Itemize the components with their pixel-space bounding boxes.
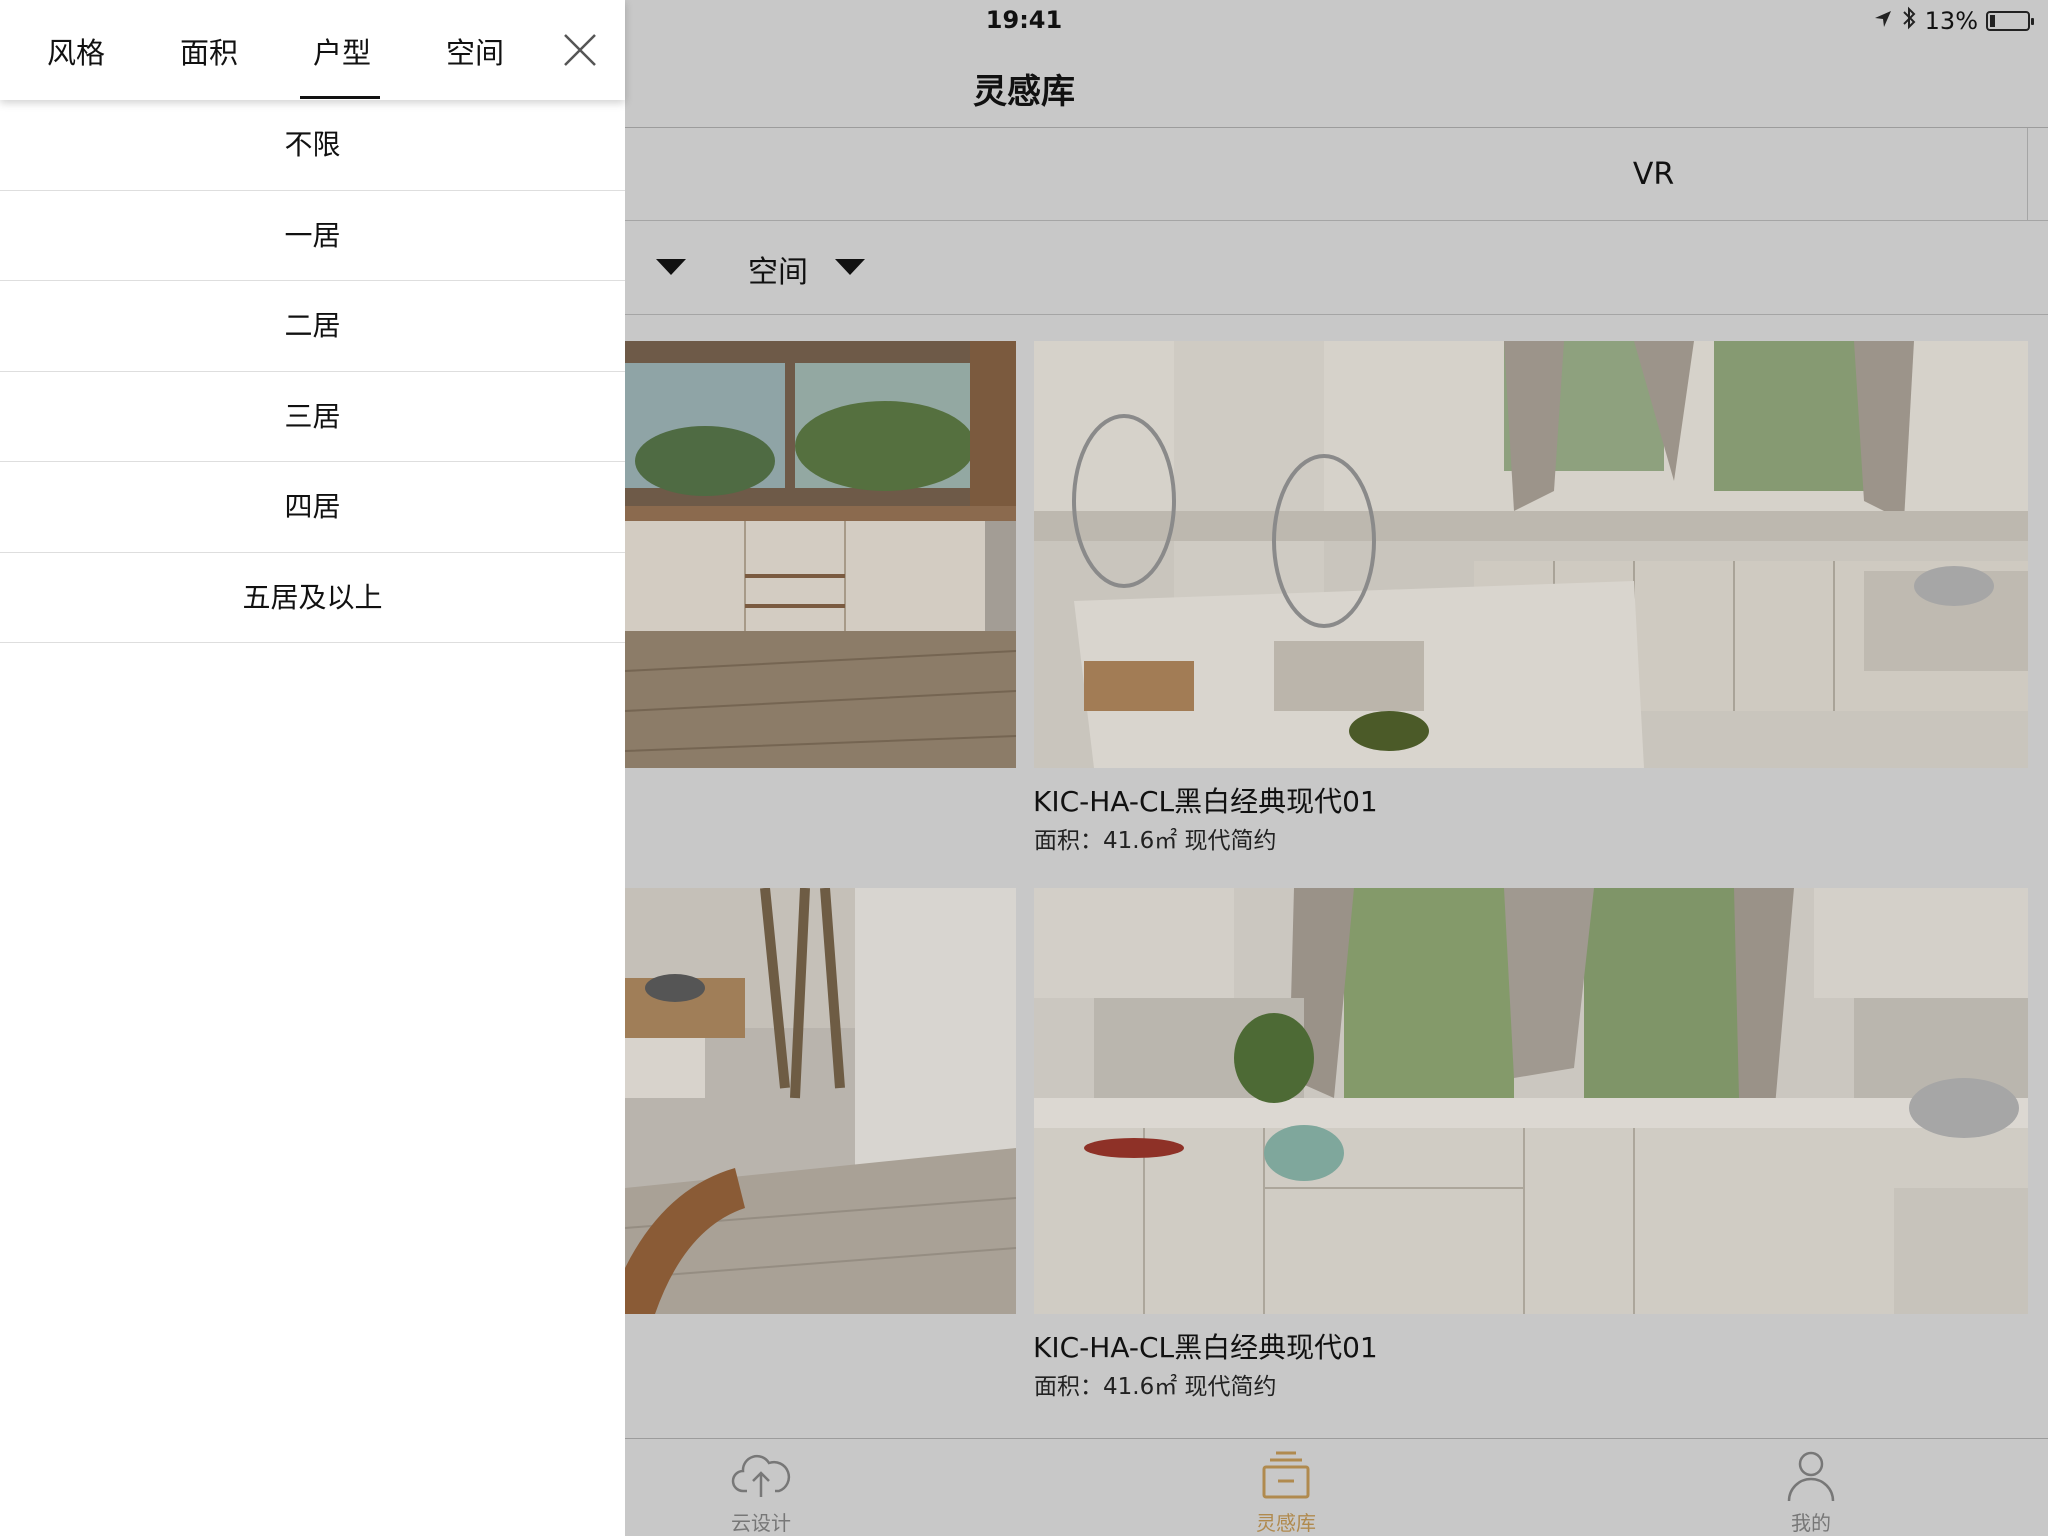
tab-label: 我的: [1791, 1511, 1831, 1535]
tab-layout[interactable]: 户型: [282, 30, 402, 72]
status-indicators: 13%: [1873, 6, 2034, 36]
cloud-upload-icon: [731, 1447, 791, 1503]
tab-profile[interactable]: 我的: [1721, 1439, 1901, 1536]
battery-icon: [1986, 11, 2034, 31]
option-five-plus-bedroom[interactable]: 五居及以上: [0, 553, 625, 643]
bluetooth-icon: [1901, 6, 1917, 36]
card-image-modern-kitchen[interactable]: [625, 341, 1016, 768]
location-icon: [1873, 7, 1893, 35]
option-unlimited[interactable]: 不限: [0, 100, 625, 191]
filter-dropdown-arrow-icon[interactable]: [656, 259, 686, 275]
battery-percent: 13%: [1924, 7, 1978, 35]
close-icon[interactable]: [560, 30, 600, 70]
filter-space[interactable]: 空间: [748, 247, 808, 291]
option-three-bedroom[interactable]: 三居: [0, 372, 625, 462]
tab-cloud-design[interactable]: 云设计: [671, 1439, 851, 1536]
battery-level: [1990, 15, 1995, 27]
layout-options-list: 不限 一居 二居 三居 四居 五居及以上: [0, 100, 625, 643]
tab-space[interactable]: 空间: [415, 30, 535, 72]
segment-vr[interactable]: VR: [1280, 128, 2028, 221]
card-subtitle: 面积：41.6㎡ 现代简约: [1034, 1374, 1277, 1400]
space-dropdown-arrow-icon[interactable]: [835, 259, 865, 275]
option-one-bedroom[interactable]: 一居: [0, 191, 625, 281]
inbox-icon: [1256, 1447, 1316, 1503]
card-image-dining-room[interactable]: [625, 888, 1016, 1314]
tab-label: 灵感库: [1256, 1511, 1316, 1535]
tab-label: 云设计: [731, 1511, 791, 1535]
card-image-classic-kitchen[interactable]: [1034, 341, 2028, 768]
option-two-bedroom[interactable]: 二居: [0, 281, 625, 372]
tab-style[interactable]: 风格: [16, 30, 136, 72]
card-title[interactable]: KIC-HA-CL黑白经典现代01: [1033, 1326, 1378, 1366]
card-image-classic-kitchen-2[interactable]: [1034, 888, 2028, 1314]
filter-drawer: 风格 面积 户型 空间 不限 一居 二居 三居 四居 五居及以上: [0, 0, 625, 1536]
filter-tabs: 风格 面积 户型 空间: [0, 0, 625, 100]
option-four-bedroom[interactable]: 四居: [0, 462, 625, 553]
tab-inspiration[interactable]: 灵感库: [1196, 1439, 1376, 1536]
card-title[interactable]: KIC-HA-CL黑白经典现代01: [1033, 780, 1378, 820]
tab-area[interactable]: 面积: [149, 30, 269, 72]
active-tab-indicator: [300, 96, 380, 99]
person-icon: [1781, 1447, 1841, 1503]
card-subtitle: 面积：41.6㎡ 现代简约: [1034, 828, 1277, 854]
